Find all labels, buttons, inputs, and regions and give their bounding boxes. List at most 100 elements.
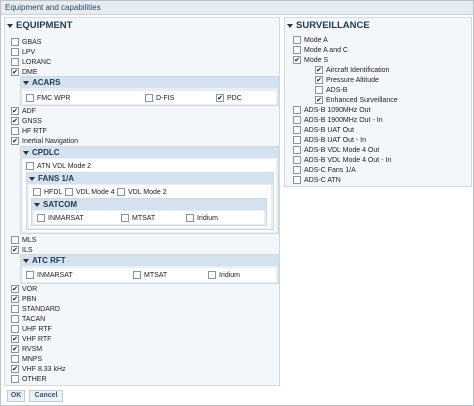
fans-header[interactable]: FANS 1/A (27, 173, 273, 184)
checkbox[interactable] (11, 48, 19, 56)
checkbox-row[interactable]: LORANC (11, 57, 51, 67)
checkbox-row[interactable]: GNSS (11, 116, 42, 126)
checkbox[interactable] (315, 86, 323, 94)
surveillance-header[interactable]: SURVEILLANCE (287, 20, 370, 32)
checkbox[interactable] (315, 66, 323, 74)
checkbox-row[interactable]: Iridium (186, 213, 218, 223)
checkbox-row[interactable]: ADS-B 1090MHz Out (293, 105, 371, 115)
checkbox-row[interactable]: MTSAT (121, 213, 155, 223)
checkbox[interactable] (11, 107, 19, 115)
checkbox[interactable] (11, 315, 19, 323)
checkbox-row[interactable]: ADS-B VDL Mode 4 Out - In (293, 155, 391, 165)
checkbox[interactable] (33, 188, 41, 196)
checkbox-row[interactable]: STANDARD (11, 304, 60, 314)
checkbox[interactable] (293, 176, 301, 184)
checkbox-row[interactable]: HF RTF (11, 126, 47, 136)
checkbox[interactable] (186, 214, 194, 222)
checkbox[interactable] (26, 271, 34, 279)
checkbox[interactable] (293, 166, 301, 174)
checkbox[interactable] (293, 156, 301, 164)
collapse-triangle-icon[interactable] (23, 150, 29, 155)
collapse-triangle-icon[interactable] (23, 258, 29, 263)
checkbox[interactable] (11, 285, 19, 293)
checkbox-row[interactable]: ADS-B UAT Out (293, 125, 354, 135)
checkbox-row[interactable]: PDC (216, 93, 242, 103)
checkbox-row[interactable]: VHF 8.33 kHz (11, 364, 66, 374)
checkbox-row[interactable]: ADS-B 1900MHz Out - In (293, 115, 383, 125)
checkbox-row[interactable]: INMARSAT (26, 270, 73, 280)
checkbox-row[interactable]: VOR (11, 284, 37, 294)
checkbox[interactable] (65, 188, 73, 196)
checkbox-row[interactable]: VHF RTF (11, 334, 51, 344)
cancel-button[interactable]: Cancel (29, 390, 63, 402)
checkbox-row[interactable]: MNPS (11, 354, 42, 364)
checkbox-row[interactable]: Aircraft Identification (315, 65, 389, 75)
checkbox-row[interactable]: VDL Mode 2 (117, 187, 167, 197)
checkbox-row[interactable]: ADS-B UAT Out - In (293, 135, 366, 145)
checkbox-row[interactable]: FMC WPR (26, 93, 70, 103)
checkbox-row[interactable]: Mode A and C (293, 45, 348, 55)
checkbox-row[interactable]: VDL Mode 4 (65, 187, 115, 197)
checkbox[interactable] (293, 106, 301, 114)
checkbox[interactable] (11, 305, 19, 313)
checkbox[interactable] (11, 345, 19, 353)
checkbox[interactable] (11, 335, 19, 343)
checkbox[interactable] (145, 94, 153, 102)
checkbox-row[interactable]: RVSM (11, 344, 42, 354)
checkbox[interactable] (315, 76, 323, 84)
checkbox[interactable] (293, 136, 301, 144)
checkbox-row[interactable]: Mode A (293, 35, 328, 45)
checkbox[interactable] (11, 68, 19, 76)
checkbox[interactable] (11, 325, 19, 333)
acars-header[interactable]: ACARS (21, 77, 278, 88)
satcom-header[interactable]: SATCOM (32, 199, 266, 210)
checkbox[interactable] (26, 94, 34, 102)
checkbox[interactable] (11, 137, 19, 145)
checkbox-row[interactable]: GBAS (11, 37, 41, 47)
checkbox[interactable] (315, 96, 323, 104)
checkbox[interactable] (11, 58, 19, 66)
collapse-triangle-icon[interactable] (23, 80, 29, 85)
checkbox[interactable] (11, 295, 19, 303)
checkbox-row[interactable]: MTSAT (133, 270, 167, 280)
checkbox[interactable] (37, 214, 45, 222)
checkbox-row[interactable]: TACAN (11, 314, 45, 324)
checkbox-row[interactable]: Inertial Navigation (11, 136, 78, 146)
cpdlc-header[interactable]: CPDLC (21, 147, 278, 158)
checkbox[interactable] (11, 355, 19, 363)
checkbox[interactable] (26, 162, 34, 170)
checkbox-row[interactable]: ADS-B (315, 85, 347, 95)
checkbox-row[interactable]: ADF (11, 106, 36, 116)
checkbox-row[interactable]: LPV (11, 47, 35, 57)
checkbox-row[interactable]: PBN (11, 294, 36, 304)
checkbox-row[interactable]: ADS-C Fans 1/A (293, 165, 356, 175)
equipment-header[interactable]: EQUIPMENT (7, 20, 72, 32)
checkbox-row[interactable]: ADS-B VDL Mode 4 Out (293, 145, 379, 155)
checkbox-row[interactable]: MLS (11, 235, 36, 245)
checkbox[interactable] (293, 36, 301, 44)
checkbox-row[interactable]: ATN VDL Mode 2 (26, 161, 91, 171)
ok-button[interactable]: OK (7, 390, 25, 402)
checkbox[interactable] (11, 375, 19, 383)
checkbox-row[interactable]: OTHER (11, 374, 47, 384)
checkbox-row[interactable]: Mode S (293, 55, 328, 65)
checkbox[interactable] (216, 94, 224, 102)
checkbox-row[interactable]: INMARSAT (37, 213, 84, 223)
checkbox[interactable] (293, 126, 301, 134)
checkbox[interactable] (121, 214, 129, 222)
checkbox-row[interactable]: Enhanced Surveillance (315, 95, 398, 105)
checkbox[interactable] (293, 116, 301, 124)
checkbox-row[interactable]: Pressure Altitude (315, 75, 379, 85)
checkbox[interactable] (11, 38, 19, 46)
checkbox[interactable] (293, 46, 301, 54)
checkbox[interactable] (11, 236, 19, 244)
checkbox[interactable] (11, 117, 19, 125)
checkbox[interactable] (11, 246, 19, 254)
checkbox[interactable] (11, 365, 19, 373)
checkbox-row[interactable]: HFDL (33, 187, 62, 197)
checkbox-row[interactable]: Iridium (208, 270, 240, 280)
collapse-triangle-icon[interactable] (29, 176, 35, 181)
collapse-triangle-icon[interactable] (287, 24, 293, 28)
collapse-triangle-icon[interactable] (7, 24, 13, 28)
atc-rft-header[interactable]: ATC RFT (21, 255, 278, 266)
